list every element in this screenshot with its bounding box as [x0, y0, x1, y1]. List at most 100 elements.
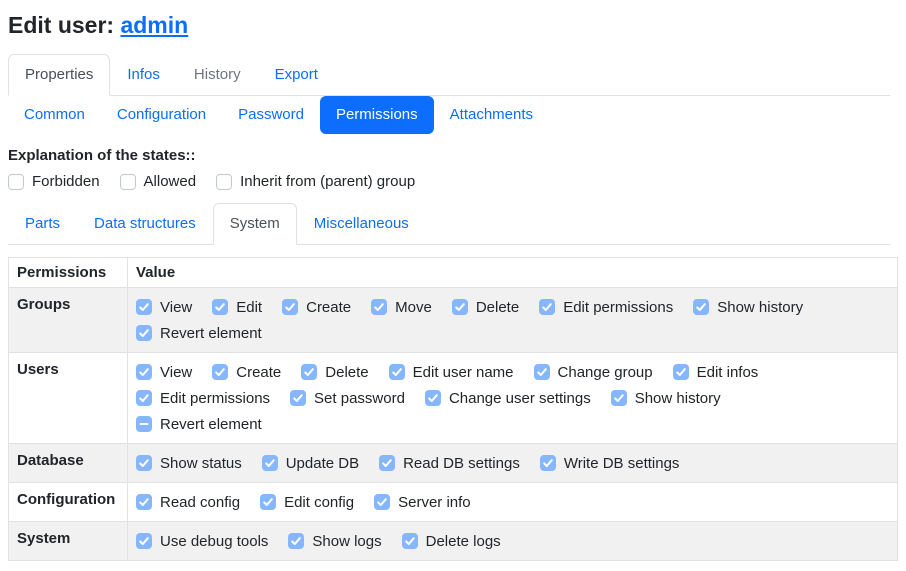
- checkbox-label: View: [160, 299, 192, 316]
- checkbox-view[interactable]: [136, 364, 152, 380]
- pill-permissions[interactable]: Permissions: [320, 96, 434, 134]
- row-category-label: Users: [9, 353, 128, 444]
- checkbox-delete[interactable]: [452, 299, 468, 315]
- tab-properties[interactable]: Properties: [8, 54, 110, 96]
- check-icon: [373, 301, 385, 313]
- check-item-read-config: Read config: [136, 494, 240, 511]
- check-item-change-user-settings: Change user settings: [425, 390, 591, 407]
- check-item-delete: Delete: [301, 364, 368, 381]
- tab-infos[interactable]: Infos: [110, 54, 177, 96]
- checkbox-change-group[interactable]: [534, 364, 550, 380]
- pill-common[interactable]: Common: [8, 96, 101, 134]
- check-icon: [214, 366, 226, 378]
- checkbox-label: Delete logs: [426, 533, 501, 550]
- checkbox-show-history[interactable]: [611, 390, 627, 406]
- section-pills: CommonConfigurationPasswordPermissionsAt…: [8, 96, 890, 134]
- pill-item: Attachments: [434, 96, 549, 134]
- check-icon: [138, 366, 150, 378]
- checkbox-allowed[interactable]: [120, 174, 136, 190]
- pill-attachments[interactable]: Attachments: [434, 96, 549, 134]
- checkbox-edit-permissions[interactable]: [539, 299, 555, 315]
- checkbox-label: View: [160, 364, 192, 381]
- row-permissions-cell: ViewCreateDeleteEdit user nameChange gro…: [128, 353, 898, 444]
- check-item-create: Create: [212, 364, 281, 381]
- states-legend: ForbiddenAllowedInherit from (parent) gr…: [8, 173, 890, 190]
- row-category-label: Groups: [9, 288, 128, 353]
- checkbox-change-user-settings[interactable]: [425, 390, 441, 406]
- checkbox-edit[interactable]: [212, 299, 228, 315]
- check-item-edit-user-name: Edit user name: [389, 364, 514, 381]
- check-icon: [138, 392, 150, 404]
- subtab-parts[interactable]: Parts: [8, 203, 77, 245]
- checkbox-show-history[interactable]: [693, 299, 709, 315]
- check-icon: [138, 496, 150, 508]
- checkbox-use-debug-tools[interactable]: [136, 533, 152, 549]
- pill-configuration[interactable]: Configuration: [101, 96, 222, 134]
- checkbox-delete[interactable]: [301, 364, 317, 380]
- permission-line: Revert element: [136, 411, 889, 437]
- check-icon: [376, 496, 388, 508]
- check-item-edit-infos: Edit infos: [673, 364, 759, 381]
- main-tabs: PropertiesInfosHistoryExport: [8, 54, 890, 96]
- checkbox-label: Update DB: [286, 455, 359, 472]
- checkbox-show-logs[interactable]: [288, 533, 304, 549]
- check-icon: [427, 392, 439, 404]
- column-header-value: Value: [128, 258, 898, 288]
- pill-password[interactable]: Password: [222, 96, 320, 134]
- checkbox-read-config[interactable]: [136, 494, 152, 510]
- checkbox-view[interactable]: [136, 299, 152, 315]
- checkbox-label: Revert element: [160, 325, 262, 342]
- checkbox-create[interactable]: [212, 364, 228, 380]
- check-item-write-db-settings: Write DB settings: [540, 455, 680, 472]
- row-category-label: System: [9, 522, 128, 561]
- checkbox-inherit-from-parent-group[interactable]: [216, 174, 232, 190]
- permission-line: Use debug tools Show logs Delete logs: [136, 528, 889, 554]
- checkbox-label: Move: [395, 299, 432, 316]
- checkbox-revert-element[interactable]: [136, 416, 152, 432]
- pill-item: Permissions: [320, 96, 434, 134]
- check-item-show-history: Show history: [611, 390, 721, 407]
- checkbox-forbidden[interactable]: [8, 174, 24, 190]
- check-icon: [536, 366, 548, 378]
- checkbox-server-info[interactable]: [374, 494, 390, 510]
- check-item-move: Move: [371, 299, 432, 316]
- row-permissions-cell: Read configEdit configServer info: [128, 483, 898, 522]
- checkbox-set-password[interactable]: [290, 390, 306, 406]
- tab-history[interactable]: History: [177, 54, 258, 96]
- subtab-system[interactable]: System: [213, 203, 297, 245]
- check-icon: [262, 496, 274, 508]
- permission-lines: Show statusUpdate DBRead DB settingsWrit…: [136, 448, 889, 478]
- permission-line: Revert element: [136, 320, 889, 346]
- tab-export[interactable]: Export: [258, 54, 335, 96]
- checkbox-edit-permissions[interactable]: [136, 390, 152, 406]
- row-category-label: Database: [9, 444, 128, 483]
- permission-row-users: Users View Create Delete Edit user name Chang…: [9, 353, 898, 444]
- check-icon: [381, 457, 393, 469]
- permission-category-tabs: PartsData structuresSystemMiscellaneous: [8, 203, 890, 245]
- checkbox-label: Use debug tools: [160, 533, 268, 550]
- checkbox-edit-user-name[interactable]: [389, 364, 405, 380]
- check-item-show-logs: Show logs: [288, 533, 381, 550]
- checkbox-write-db-settings[interactable]: [540, 455, 556, 471]
- checkbox-move[interactable]: [371, 299, 387, 315]
- checkbox-create[interactable]: [282, 299, 298, 315]
- checkbox-edit-config[interactable]: [260, 494, 276, 510]
- permissions-table-header: Permissions Value: [9, 258, 898, 288]
- checkbox-delete-logs[interactable]: [402, 533, 418, 549]
- checkbox-show-status[interactable]: [136, 455, 152, 471]
- check-item-create: Create: [282, 299, 351, 316]
- check-item-inherit-from-parent-group: Inherit from (parent) group: [216, 173, 415, 190]
- checkbox-label: Show history: [717, 299, 803, 316]
- checkbox-update-db[interactable]: [262, 455, 278, 471]
- checkbox-edit-infos[interactable]: [673, 364, 689, 380]
- subtab-miscellaneous[interactable]: Miscellaneous: [297, 203, 426, 245]
- subtab-item: Parts: [8, 203, 77, 244]
- checkbox-label: Edit infos: [697, 364, 759, 381]
- check-icon: [214, 301, 226, 313]
- checkbox-revert-element[interactable]: [136, 325, 152, 341]
- tab-item: History: [177, 54, 258, 95]
- check-icon: [675, 366, 687, 378]
- subtab-data-structures[interactable]: Data structures: [77, 203, 213, 245]
- checkbox-read-db-settings[interactable]: [379, 455, 395, 471]
- edited-user-link[interactable]: admin: [120, 12, 188, 38]
